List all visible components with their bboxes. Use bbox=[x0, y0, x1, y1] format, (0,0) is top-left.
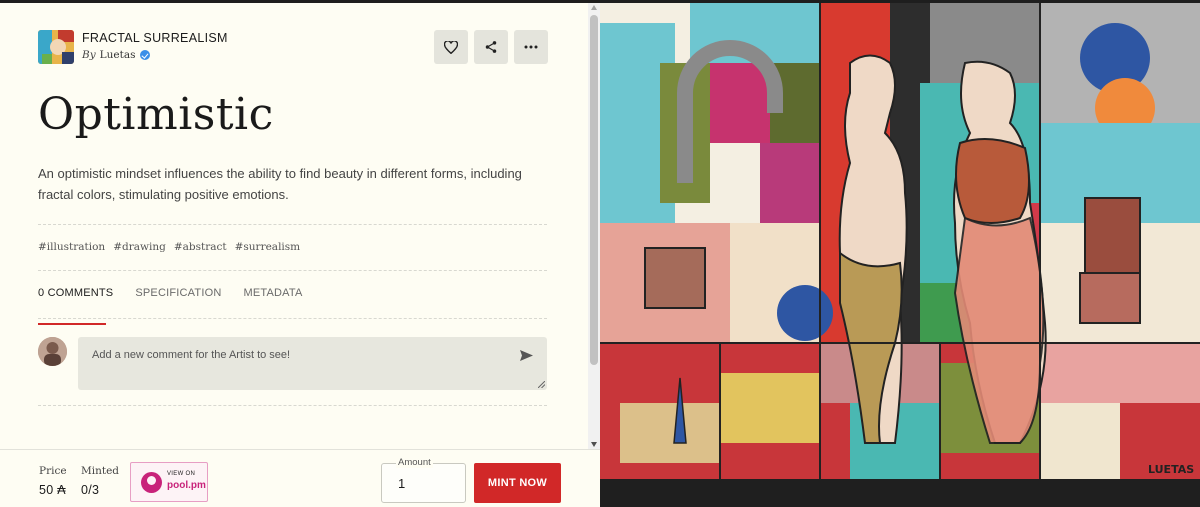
tab-specification[interactable]: SPECIFICATION bbox=[135, 287, 221, 311]
tag-abstract[interactable]: #abstract bbox=[174, 241, 227, 253]
tab-metadata[interactable]: METADATA bbox=[243, 287, 302, 311]
details-scroll-area[interactable]: FRACTAL SURREALISM By Luetas Optimistic … bbox=[0, 3, 588, 452]
tag-illustration[interactable]: #illustration bbox=[38, 241, 105, 253]
scroll-down-icon[interactable] bbox=[591, 442, 597, 447]
artwork-description: An optimistic mindset influences the abi… bbox=[38, 166, 522, 202]
tag-drawing[interactable]: #drawing bbox=[113, 241, 166, 253]
poolpm-logo-icon bbox=[141, 472, 162, 493]
artwork-image[interactable]: LUETAS bbox=[600, 3, 1200, 479]
tag-surrealism[interactable]: #surrealism bbox=[235, 241, 301, 253]
amount-label: Amount bbox=[396, 457, 433, 468]
collection-name[interactable]: FRACTAL SURREALISM bbox=[82, 30, 228, 46]
heart-icon bbox=[444, 40, 458, 54]
by-label: By bbox=[82, 49, 96, 61]
artwork-title: Optimistic bbox=[38, 89, 274, 140]
minted-stat: Minted 0/3 bbox=[81, 465, 119, 497]
mint-footer: Price 50 ₳ Minted 0/3 VIEW ON pool.pm Am… bbox=[0, 449, 600, 507]
verified-icon bbox=[140, 50, 151, 60]
price-value: 50 ₳ bbox=[39, 483, 66, 497]
comment-composer: Add a new comment for the Artist to see! bbox=[38, 337, 547, 390]
comment-input[interactable]: Add a new comment for the Artist to see! bbox=[78, 337, 547, 390]
details-panel: FRACTAL SURREALISM By Luetas Optimistic … bbox=[0, 3, 600, 507]
collection-avatar[interactable] bbox=[38, 30, 74, 64]
favorite-button[interactable] bbox=[434, 30, 468, 64]
artist-signature: LUETAS bbox=[1148, 463, 1194, 476]
divider bbox=[38, 270, 547, 271]
view-on-poolpm-button[interactable]: VIEW ON pool.pm bbox=[130, 462, 208, 502]
collection-header[interactable]: FRACTAL SURREALISM By Luetas bbox=[38, 30, 228, 64]
poolpm-view-on: VIEW ON bbox=[167, 471, 196, 477]
mint-now-button[interactable]: MINT NOW bbox=[474, 463, 561, 503]
divider bbox=[38, 224, 547, 225]
price-stat: Price 50 ₳ bbox=[39, 465, 67, 497]
minted-label: Minted bbox=[81, 465, 120, 477]
comment-placeholder: Add a new comment for the Artist to see! bbox=[92, 349, 291, 361]
artist-byline: By Luetas bbox=[82, 46, 228, 64]
poolpm-brand: pool.pm bbox=[167, 480, 206, 491]
more-icon bbox=[524, 45, 538, 49]
scroll-up-icon[interactable] bbox=[591, 5, 597, 10]
scrollbar-thumb[interactable] bbox=[590, 15, 598, 365]
resize-handle-icon[interactable] bbox=[538, 381, 545, 388]
price-label: Price bbox=[39, 465, 67, 477]
share-icon bbox=[485, 41, 497, 53]
artist-name[interactable]: Luetas bbox=[100, 46, 136, 64]
artwork-actions bbox=[434, 30, 548, 64]
user-avatar[interactable] bbox=[38, 337, 67, 366]
tab-comments[interactable]: 0 COMMENTS bbox=[38, 287, 113, 325]
divider bbox=[38, 405, 547, 406]
send-icon[interactable] bbox=[520, 350, 533, 361]
tag-list: #illustration #drawing #abstract #surrea… bbox=[38, 241, 300, 253]
artwork-preview-panel: LUETAS bbox=[600, 3, 1200, 507]
minted-value: 0/3 bbox=[81, 483, 100, 497]
detail-tabs: 0 COMMENTS SPECIFICATION METADATA bbox=[38, 287, 325, 325]
share-button[interactable] bbox=[474, 30, 508, 64]
details-scrollbar[interactable] bbox=[588, 3, 600, 452]
more-options-button[interactable] bbox=[514, 30, 548, 64]
divider bbox=[38, 318, 547, 319]
amount-input[interactable] bbox=[381, 463, 466, 503]
